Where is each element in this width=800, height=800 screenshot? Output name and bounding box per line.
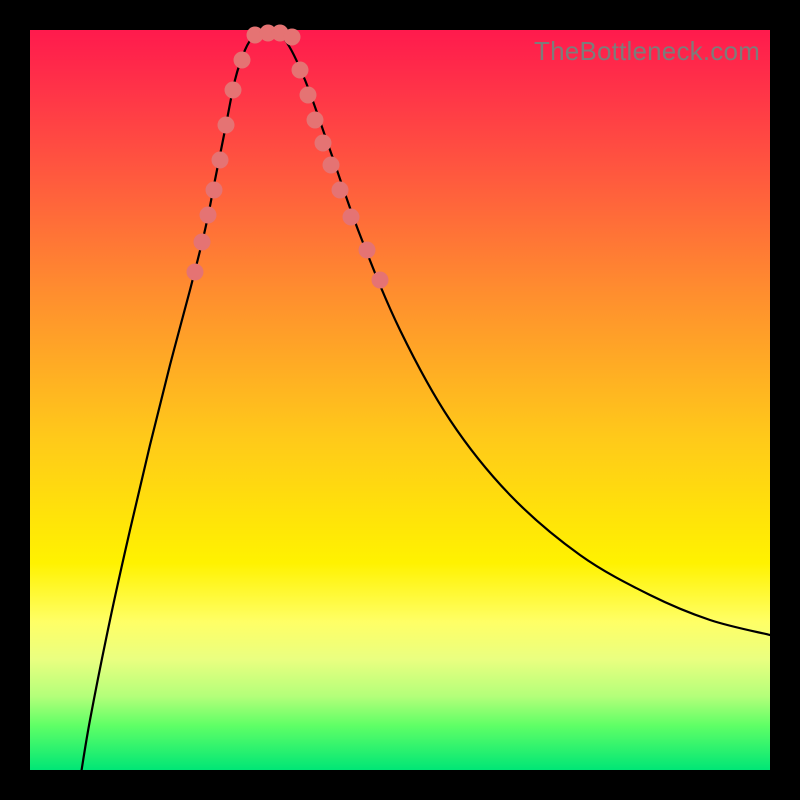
data-dot: [212, 152, 229, 169]
data-dot: [187, 264, 204, 281]
data-dot: [218, 117, 235, 134]
bottleneck-curve: [80, 32, 770, 780]
data-dot: [284, 29, 301, 46]
data-dot: [206, 182, 223, 199]
data-dot: [292, 62, 309, 79]
data-dots: [187, 25, 389, 289]
curve-plot: [30, 30, 770, 770]
data-dot: [225, 82, 242, 99]
data-dot: [300, 87, 317, 104]
data-dot: [315, 135, 332, 152]
data-dot: [194, 234, 211, 251]
chart-area: TheBottleneck.com: [30, 30, 770, 770]
data-dot: [323, 157, 340, 174]
data-dot: [343, 209, 360, 226]
data-dot: [234, 52, 251, 69]
data-dot: [307, 112, 324, 129]
data-dot: [332, 182, 349, 199]
data-dot: [200, 207, 217, 224]
data-dot: [359, 242, 376, 259]
data-dot: [372, 272, 389, 289]
